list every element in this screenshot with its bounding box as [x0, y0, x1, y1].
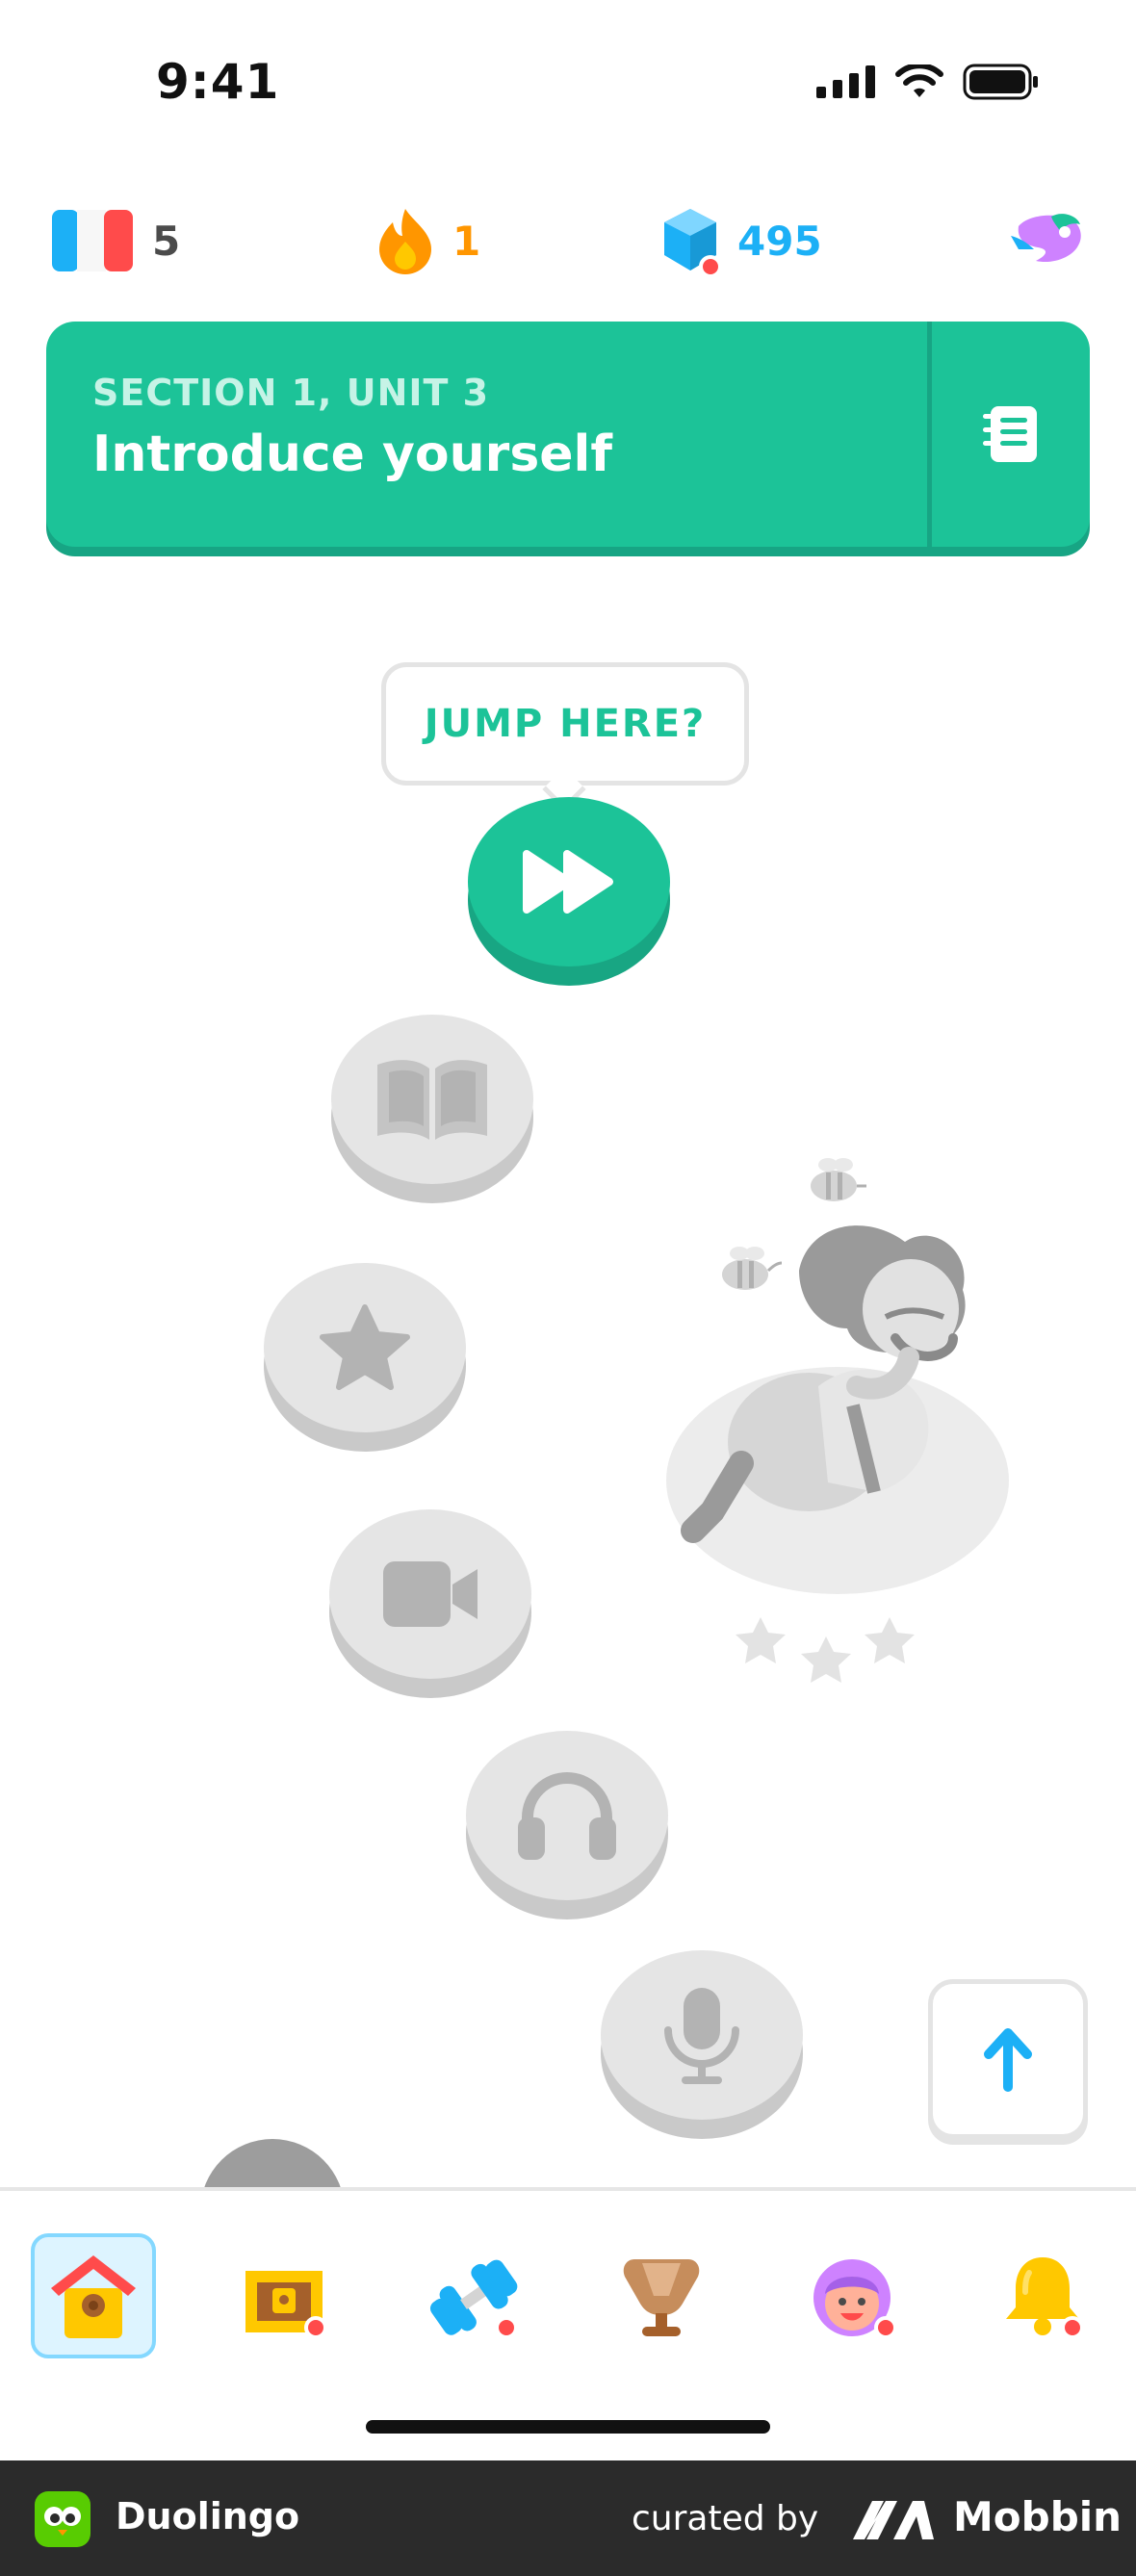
footer-app-name: Duolingo — [116, 2495, 300, 2537]
unit-title: Introduce yourself — [92, 425, 612, 483]
course-stat[interactable]: 5 — [52, 202, 180, 279]
character-illustration — [666, 1158, 1009, 1683]
book-icon — [377, 1060, 487, 1140]
nav-leaderboard[interactable] — [599, 2233, 724, 2358]
nav-treasure[interactable] — [221, 2233, 347, 2358]
gem-icon — [662, 207, 722, 278]
wifi-icon — [895, 64, 943, 97]
nav-practice[interactable] — [410, 2233, 535, 2358]
battery-icon — [963, 64, 1038, 100]
nav-profile[interactable] — [789, 2233, 915, 2358]
footer-bar: Duolingo curated by Mobbin — [0, 2460, 1136, 2576]
status-icons — [816, 64, 1040, 100]
node-jump-ahead[interactable] — [468, 797, 670, 986]
profile-alert-dot — [874, 2316, 897, 2339]
unit-section-label: SECTION 1, UNIT 3 — [92, 372, 490, 414]
status-time: 9:41 — [156, 54, 280, 110]
flame-icon — [379, 209, 431, 274]
practice-alert-dot — [495, 2316, 518, 2339]
gems-stat[interactable]: 495 — [662, 202, 822, 279]
stats-bar: 5 1 495 — [0, 202, 1136, 279]
course-count: 5 — [152, 217, 181, 265]
scroll-to-top-button[interactable] — [928, 1979, 1088, 2139]
streak-stat[interactable]: 1 — [377, 202, 480, 279]
node-star[interactable] — [264, 1263, 466, 1452]
notebook-icon — [983, 406, 1037, 462]
status-bar: 9:41 — [0, 0, 1136, 164]
fast-forward-icon — [523, 850, 613, 914]
trophy-icon — [623, 2259, 700, 2336]
guidebook-button[interactable] — [932, 322, 1090, 547]
arrow-up-icon — [984, 2028, 1032, 2092]
duolingo-logo-icon — [35, 2491, 90, 2547]
streak-count: 1 — [452, 217, 481, 265]
footer-curated-label: curated by — [632, 2499, 819, 2538]
video-camera-icon — [383, 1561, 478, 1627]
node-listening[interactable] — [466, 1731, 668, 1919]
footer-brand: Mobbin — [953, 2493, 1123, 2540]
gem-alert-dot — [699, 255, 722, 278]
signal-icon — [816, 65, 875, 98]
mobbin-logo-icon — [853, 2501, 934, 2539]
jump-here-label: JUMP HERE? — [424, 702, 707, 746]
star-icon — [320, 1304, 410, 1390]
unit-banner[interactable]: SECTION 1, UNIT 3 Introduce yourself — [46, 322, 1090, 547]
bee-icon — [811, 1158, 866, 1201]
french-flag-icon — [52, 210, 133, 271]
microphone-icon — [664, 1988, 739, 2084]
node-speaking[interactable] — [601, 1950, 803, 2139]
nav-notifications[interactable] — [980, 2233, 1105, 2358]
home-icon — [51, 2255, 136, 2338]
super-icon — [1011, 214, 1081, 263]
headphones-icon — [518, 1772, 616, 1860]
bee-icon — [722, 1247, 783, 1290]
treasure-alert-dot — [304, 2316, 327, 2339]
notifications-alert-dot — [1061, 2316, 1084, 2339]
gem-count: 495 — [737, 217, 822, 265]
node-video[interactable] — [329, 1509, 531, 1698]
home-indicator — [366, 2420, 770, 2434]
node-book[interactable] — [331, 1015, 533, 1203]
super-stat[interactable] — [1009, 202, 1086, 279]
nav-home[interactable] — [31, 2233, 156, 2358]
jump-here-tooltip[interactable]: JUMP HERE? — [381, 662, 749, 786]
